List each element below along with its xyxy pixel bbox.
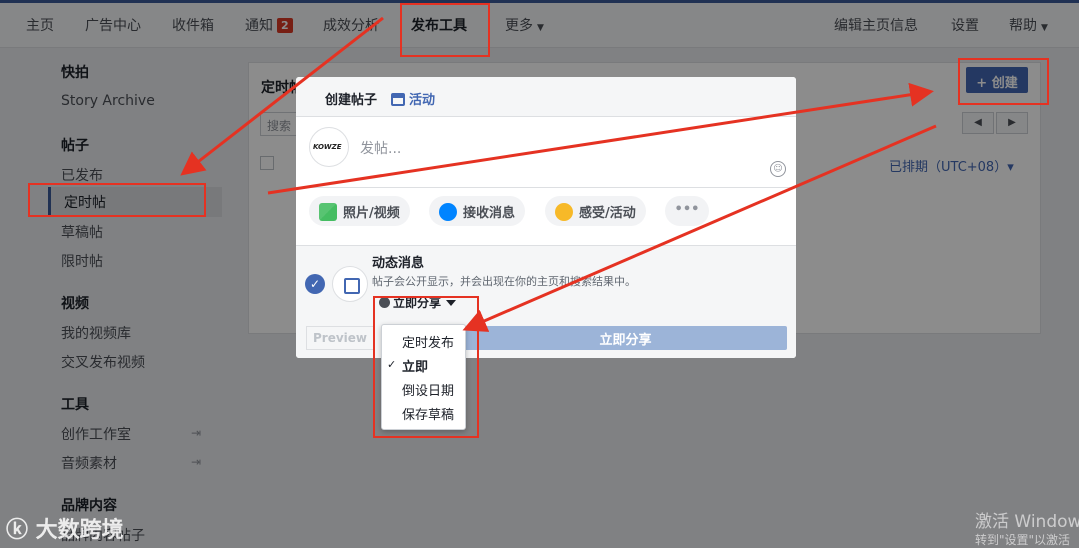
windows-activate-subtext: 转到"设置"以激活 <box>975 533 1071 547</box>
windows-activate-text: 激活 Windows <box>975 512 1079 532</box>
annotation-arrows <box>180 16 937 332</box>
watermark-logo-text: 大数跨境 <box>35 518 124 543</box>
arrow-to-dropdown <box>462 124 937 332</box>
watermark-logo: ⓚ 大数跨境 <box>6 518 124 543</box>
arrow-to-create <box>267 82 934 195</box>
arrow-nav-to-sidebar <box>180 16 384 176</box>
